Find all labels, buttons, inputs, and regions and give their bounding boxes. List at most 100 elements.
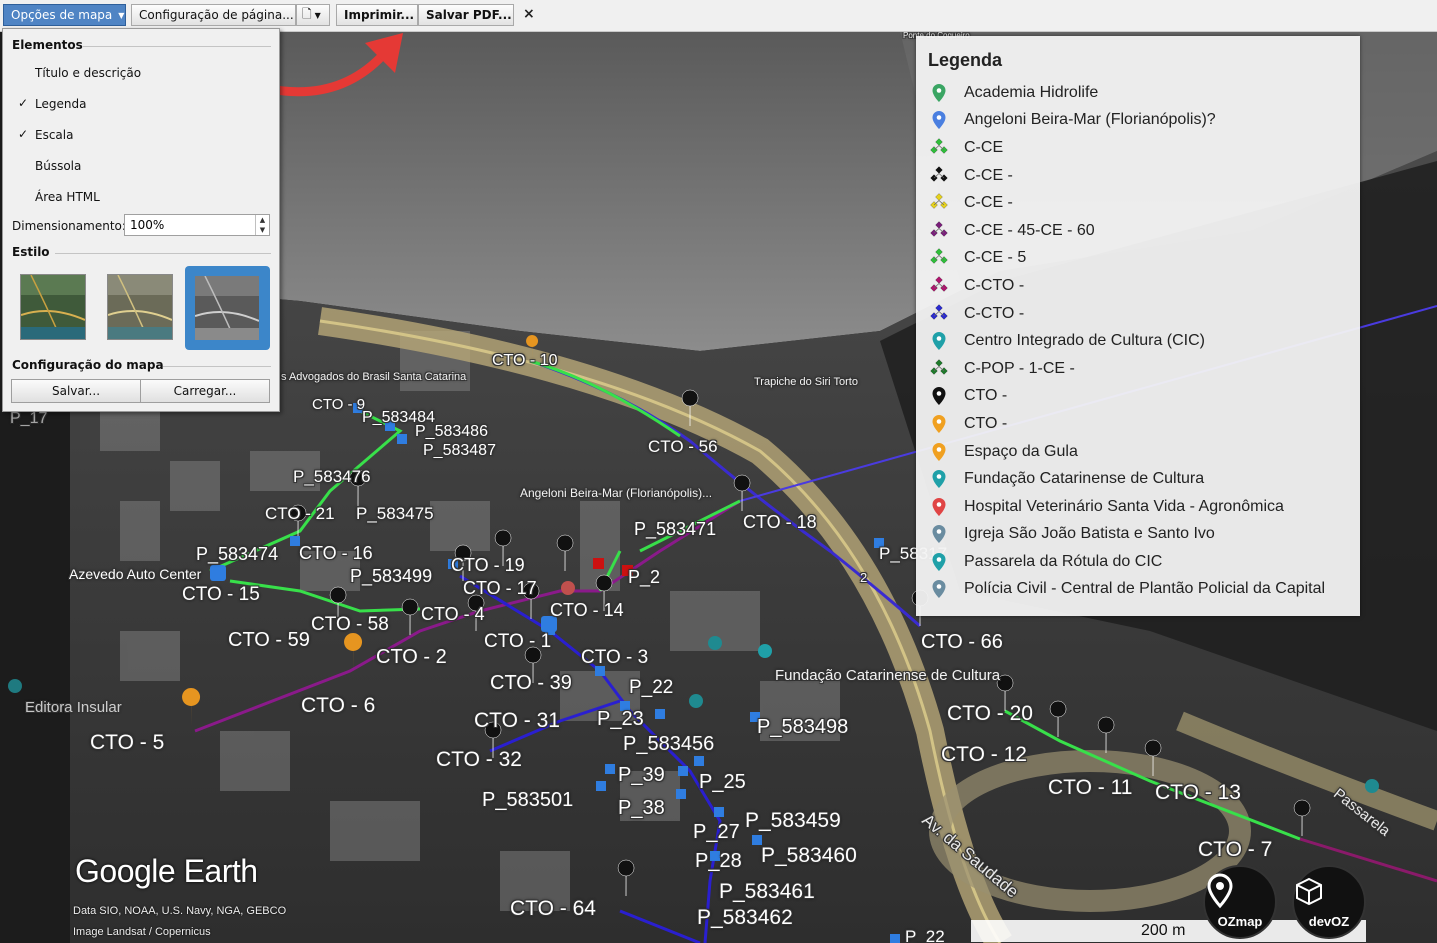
save-pdf-button[interactable]: Salvar PDF...: [418, 4, 514, 26]
legend-item-label: C-CTO -: [964, 276, 1025, 294]
check-icon: ✓: [18, 96, 29, 110]
annotation-arrow: [260, 33, 403, 97]
cluster-icon: [928, 303, 950, 325]
legend-item: Polícia Civil - Central de Plantão Polic…: [928, 576, 1325, 604]
map-pin-icon: [928, 523, 950, 545]
map-label: CTO - 64: [510, 897, 596, 920]
option-legend[interactable]: Legenda: [35, 97, 86, 111]
map-label: CTO - 32: [436, 748, 522, 771]
map-label: P_583498: [757, 716, 849, 738]
scaling-input[interactable]: [125, 215, 255, 235]
map-label: CTO - 59: [228, 629, 310, 651]
map-label: P_583462: [697, 906, 793, 929]
divider: [83, 46, 271, 47]
option-scale[interactable]: Escala: [35, 128, 73, 142]
map-label: P_583501: [482, 789, 574, 811]
cluster-icon: [928, 275, 950, 297]
map-label: P_39: [618, 764, 665, 786]
ozmap-logo: OZmap: [1203, 865, 1277, 939]
map-label: P_25: [699, 771, 746, 793]
legend-item-label: CTO -: [964, 414, 1008, 432]
legend-item-label: Academia Hidrolife: [964, 83, 1099, 101]
map-label: CTO - 18: [743, 512, 817, 532]
map-options-button[interactable]: Opções de mapa ▼: [3, 4, 126, 26]
style-thumbnail-muted[interactable]: [107, 274, 173, 340]
map-label: P_38: [618, 797, 665, 819]
map-label: 2: [860, 570, 868, 585]
map-pin-icon: [928, 109, 950, 131]
map-label: CTO - 10: [492, 352, 558, 369]
map-label: P_583461: [719, 880, 815, 903]
style-thumbnail-selected-frame[interactable]: [185, 266, 270, 350]
cluster-icon: [928, 358, 950, 380]
option-title-description[interactable]: Título e descrição: [35, 66, 141, 80]
print-label: Imprimir...: [344, 8, 415, 22]
legend-item: Espaço da Gula: [928, 438, 1325, 466]
map-pin-icon: [928, 468, 950, 490]
style-section-title: Estilo: [12, 245, 50, 259]
map-pin-icon: [928, 385, 950, 407]
close-icon[interactable]: ×: [523, 6, 535, 22]
option-html-area[interactable]: Área HTML: [35, 190, 100, 204]
map-config-section-title: Configuração do mapa: [12, 358, 164, 372]
legend-item-label: Passarela da Rótula do CIC: [964, 552, 1163, 570]
map-label: CTO - 7: [1198, 838, 1273, 861]
legend-item-label: C-CE -: [964, 194, 1013, 212]
legend-item: Centro Integrado de Cultura (CIC): [928, 327, 1325, 355]
map-label: CTO - 6: [301, 694, 376, 717]
legend-item: C-CTO -: [928, 300, 1325, 328]
page-icon: 🗋: [302, 6, 312, 21]
map-label: CTO - 21: [265, 504, 335, 523]
map-label: CTO - 14: [550, 600, 624, 620]
map-label: P_23: [597, 708, 644, 730]
legend-item-label: Hospital Veterinário Santa Vida - Agronô…: [964, 497, 1284, 515]
legend-item: C-CE - 5: [928, 245, 1325, 273]
poi-label: Azevedo Auto Center: [69, 566, 202, 582]
legend-item: Passarela da Rótula do CIC: [928, 548, 1325, 576]
scaling-spinbox[interactable]: ▲▼: [124, 214, 270, 236]
legend-item-label: C-CE -: [964, 166, 1013, 184]
map-label: P_28: [695, 850, 742, 872]
location-pin-icon: [1207, 873, 1233, 909]
map-options-label: Opções de mapa: [11, 8, 113, 22]
map-pin-icon: [928, 578, 950, 600]
cluster-icon: [928, 165, 950, 187]
poi-label: Angeloni Beira-Mar (Florianópolis)...: [520, 486, 713, 500]
elements-section-title: Elementos: [12, 38, 83, 52]
map-label: CTO - 17: [463, 578, 537, 598]
map-pin-icon: [928, 441, 950, 463]
map-label: CTO - 20: [947, 702, 1033, 725]
google-earth-logo: Google Earth: [75, 853, 258, 889]
legend-title: Legenda: [928, 50, 1003, 70]
save-config-button[interactable]: Salvar...: [11, 379, 141, 403]
legend-item-label: C-CE - 45-CE - 60: [964, 221, 1095, 239]
map-label: CTO - 2: [376, 646, 447, 668]
legend-item: Fundação Catarinense de Cultura: [928, 465, 1325, 493]
legend-item-label: Centro Integrado de Cultura (CIC): [964, 332, 1205, 350]
poi-label: Editora Insular: [25, 699, 122, 716]
devoz-logo: devOZ: [1292, 865, 1366, 939]
page-setup-button[interactable]: Configuração de página...: [131, 4, 296, 26]
map-pin-icon: [928, 413, 950, 435]
spin-buttons[interactable]: ▲ ▼: [255, 215, 269, 235]
map-label: CTO - 16: [299, 543, 373, 563]
map-label: P_583460: [761, 844, 857, 867]
map-label: CTO - 66: [921, 631, 1003, 653]
legend-item-label: Fundação Catarinense de Cultura: [964, 470, 1205, 488]
chevron-down-icon: ▼: [314, 10, 321, 20]
legend-item: C-CTO -: [928, 272, 1325, 300]
style-thumbnail-grayscale[interactable]: [195, 276, 259, 340]
cluster-icon: [928, 192, 950, 214]
style-thumbnail-color[interactable]: [20, 274, 86, 340]
legend-item: CTO -: [928, 410, 1325, 438]
map-label: P_583471: [634, 519, 717, 539]
page-orientation-button[interactable]: 🗋 ▼: [296, 4, 330, 26]
print-button[interactable]: Imprimir...: [336, 4, 418, 26]
legend-item-label: CTO -: [964, 387, 1008, 405]
load-config-button[interactable]: Carregar...: [140, 379, 270, 403]
map-pin-icon: [928, 496, 950, 518]
option-compass[interactable]: Bússola: [35, 159, 81, 173]
check-icon: ✓: [18, 127, 29, 141]
map-label: CTO - 9: [312, 396, 366, 413]
legend-item: Hospital Veterinário Santa Vida - Agronô…: [928, 493, 1325, 521]
